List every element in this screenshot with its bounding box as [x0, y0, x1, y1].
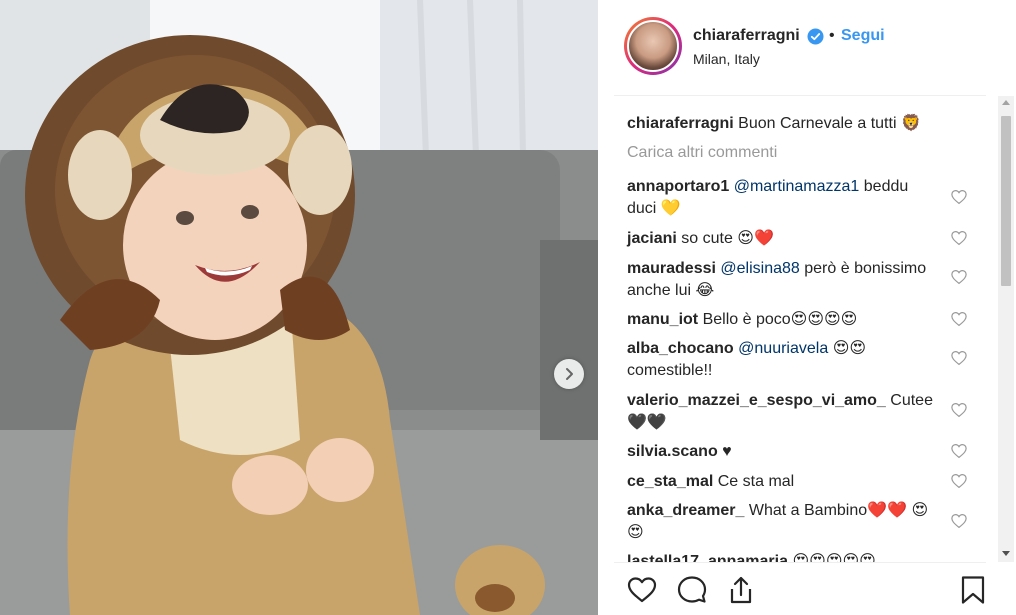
- bookmark-icon[interactable]: [957, 574, 989, 606]
- scroll-down-arrow-icon[interactable]: [1002, 551, 1010, 556]
- comment-item: jaciani so cute 😍❤️: [627, 228, 937, 250]
- comment-like-heart-icon[interactable]: [950, 188, 968, 206]
- post-location[interactable]: Milan, Italy: [693, 51, 760, 67]
- next-image-button[interactable]: [554, 359, 584, 389]
- avatar[interactable]: [624, 17, 682, 75]
- comment-username[interactable]: silvia.scano: [627, 443, 718, 460]
- comment-username[interactable]: jaciani: [627, 230, 677, 247]
- photo-illustration: [0, 0, 598, 615]
- comment-text: 😍😍😍😍😍: [792, 553, 876, 562]
- heart-icon[interactable]: [626, 574, 658, 606]
- comment-item: anka_dreamer_ What a Bambino❤️❤️ 😍😍: [627, 500, 937, 544]
- comments-list: chiaraferragni Buon Carnevale a tutti 🦁 …: [598, 96, 998, 562]
- comment-item: ce_sta_mal Ce sta mal: [627, 471, 937, 493]
- load-more-comments-button[interactable]: Carica altri commenti: [627, 144, 777, 162]
- comment-item: lastella17_annamaria 😍😍😍😍😍: [627, 551, 937, 562]
- comment-like-heart-icon[interactable]: [950, 268, 968, 286]
- share-icon[interactable]: [725, 574, 757, 606]
- comment-username[interactable]: manu_iot: [627, 311, 698, 328]
- comment-like-heart-icon[interactable]: [950, 512, 968, 530]
- comment-username[interactable]: lastella17_annamaria: [627, 553, 788, 562]
- caption: chiaraferragni Buon Carnevale a tutti 🦁: [627, 113, 937, 135]
- comment-item: mauradessi @elisina88 però è bonissimo a…: [627, 258, 937, 302]
- post-photo[interactable]: [0, 0, 598, 615]
- comment-username[interactable]: ce_sta_mal: [627, 473, 713, 490]
- post-actions-bar: [598, 563, 1016, 615]
- comment-like-heart-icon[interactable]: [950, 349, 968, 367]
- author-username[interactable]: chiaraferragni: [693, 27, 800, 45]
- follow-button[interactable]: Segui: [841, 27, 885, 45]
- comment-text: so cute 😍❤️: [681, 230, 774, 247]
- comments-scrollbar[interactable]: [998, 96, 1014, 562]
- comment-item: annaportaro1 @martinamazza1 beddu duci 💛: [627, 176, 937, 220]
- scroll-up-arrow-icon[interactable]: [1002, 100, 1010, 105]
- comment-username[interactable]: valerio_mazzei_e_sespo_vi_amo_: [627, 392, 886, 409]
- avatar-image: [627, 20, 679, 72]
- verified-badge-icon: [807, 28, 824, 45]
- chevron-right-icon: [566, 368, 573, 380]
- post-side-panel: chiaraferragni • Segui Milan, Italy chia…: [598, 0, 1016, 615]
- comment-username[interactable]: anka_dreamer_: [627, 502, 744, 519]
- comment-mention[interactable]: @nuuriavela: [738, 340, 828, 357]
- caption-username[interactable]: chiaraferragni: [627, 115, 734, 132]
- comment-text: Bello è poco😍😍😍😍: [702, 311, 858, 328]
- comment-like-heart-icon[interactable]: [950, 401, 968, 419]
- comment-like-heart-icon[interactable]: [950, 310, 968, 328]
- caption-text: Buon Carnevale a tutti 🦁: [738, 115, 921, 132]
- comment-username[interactable]: mauradessi: [627, 260, 716, 277]
- separator-dot: •: [829, 27, 835, 44]
- comment-text: Ce sta mal: [717, 473, 795, 490]
- scrollbar-thumb[interactable]: [1001, 116, 1011, 286]
- comment-mention[interactable]: @martinamazza1: [734, 178, 860, 195]
- comment-like-heart-icon[interactable]: [950, 472, 968, 490]
- comment-item: alba_chocano @nuuriavela 😍😍 comestible!!: [627, 338, 937, 382]
- comment-item: silvia.scano ♥: [627, 441, 937, 463]
- comment-username[interactable]: annaportaro1: [627, 178, 729, 195]
- comment-mention[interactable]: @elisina88: [720, 260, 799, 277]
- post-header: chiaraferragni • Segui Milan, Italy: [598, 0, 1016, 95]
- comment-icon[interactable]: [676, 574, 708, 606]
- comment-item: manu_iot Bello è poco😍😍😍😍: [627, 309, 937, 331]
- comment-username[interactable]: alba_chocano: [627, 340, 734, 357]
- comment-like-heart-icon[interactable]: [950, 442, 968, 460]
- comment-text: ♥: [722, 443, 732, 460]
- comment-like-heart-icon[interactable]: [950, 229, 968, 247]
- comment-item: valerio_mazzei_e_sespo_vi_amo_ Cutee 🖤🖤: [627, 390, 937, 434]
